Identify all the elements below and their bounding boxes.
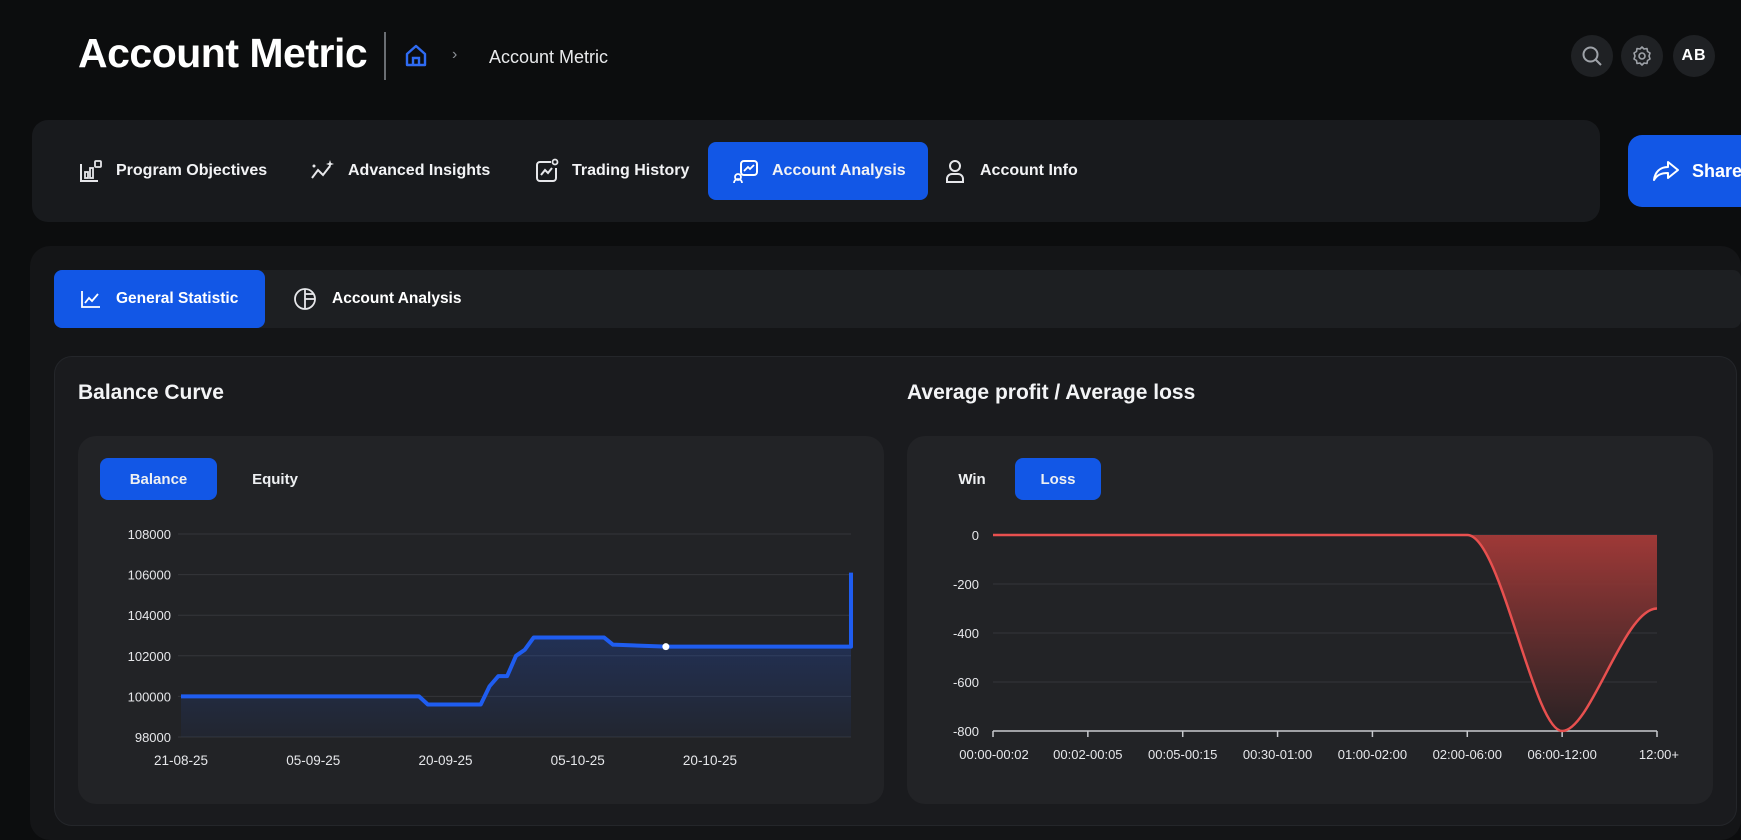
loss-toggle[interactable]: Loss [1015, 458, 1101, 500]
y-tick-label: 102000 [128, 649, 171, 664]
x-tick-label: 02:00-06:00 [1433, 747, 1502, 762]
breadcrumb-current[interactable]: Account Metric [489, 47, 608, 68]
x-tick-label: 00:30-01:00 [1243, 747, 1312, 762]
x-tick-label: 12:00+ [1639, 747, 1679, 762]
avatar[interactable]: AB [1673, 35, 1715, 77]
y-tick-label: 108000 [128, 527, 171, 542]
tab-label: Account Info [980, 162, 1078, 179]
title-divider [384, 32, 386, 80]
x-tick-label: 21-08-25 [154, 753, 208, 768]
tab-label: Trading History [572, 162, 690, 179]
tab-label: Account Analysis [772, 162, 906, 179]
x-tick-label: 00:00-00:02 [959, 747, 1028, 762]
tab-trading-history[interactable]: Trading History [510, 142, 711, 200]
y-tick-label: 104000 [128, 608, 171, 623]
subtab-label: Account Analysis [332, 290, 462, 307]
tab-account-analysis-sub[interactable]: Account Analysis [266, 270, 486, 328]
share-label: Share [1692, 160, 1741, 181]
tab-account-analysis[interactable]: Account Analysis [708, 142, 928, 200]
x-tick-label: 06:00-12:00 [1527, 747, 1596, 762]
y-tick-label: -200 [953, 577, 979, 592]
x-tick-label: 20-09-25 [418, 753, 472, 768]
y-tick-label: 106000 [128, 568, 171, 583]
share-icon [1653, 161, 1679, 181]
tab-program-objectives[interactable]: Program Objectives [54, 142, 289, 200]
x-tick-label: 05-10-25 [551, 753, 605, 768]
x-tick-label: 20-10-25 [683, 753, 737, 768]
y-tick-label: 98000 [135, 730, 171, 745]
x-tick-label: 05-09-25 [286, 753, 340, 768]
breadcrumb-separator: › [452, 46, 458, 63]
x-tick-label: 00:05-00:15 [1148, 747, 1217, 762]
chart-history-icon [536, 158, 559, 182]
y-tick-label: 100000 [128, 689, 171, 704]
line-chart-icon [81, 291, 100, 308]
equity-toggle[interactable]: Equity [231, 458, 319, 500]
analysis-icon [733, 160, 758, 184]
balance-curve-title: Balance Curve [78, 381, 224, 404]
share-button[interactable]: Share [1628, 135, 1741, 207]
tab-label: Advanced Insights [348, 162, 491, 179]
tab-advanced-insights[interactable]: Advanced Insights [286, 142, 512, 200]
tab-label: Program Objectives [116, 162, 268, 179]
subtab-label: General Statistic [116, 290, 239, 307]
pie-chart-icon [294, 288, 316, 310]
top-navigation: Program Objectives Advanced Insights Tra… [32, 120, 1600, 222]
profit-chart: 0 -200 -400 -600 -800 00:00-00:02 00:02-00:05 0… [953, 528, 1679, 762]
settings-button[interactable] [1621, 35, 1663, 77]
x-tick-label: 00:02-00:05 [1053, 747, 1122, 762]
balance-chart: 98000 100000 102000 104000 106000 108000 21-08… [128, 527, 853, 768]
y-tick-label: 0 [972, 528, 979, 543]
search-button[interactable] [1571, 35, 1613, 77]
page-title: Account Metric [78, 30, 368, 76]
chart-bar-icon [80, 160, 102, 182]
balance-hover-point [662, 643, 670, 651]
x-tick-label: 01:00-02:00 [1338, 747, 1407, 762]
home-icon[interactable] [402, 42, 430, 70]
search-icon [1582, 46, 1602, 66]
y-tick-label: -600 [953, 675, 979, 690]
win-toggle[interactable]: Win [940, 458, 1004, 500]
sparkle-line-icon [311, 160, 334, 179]
balance-toggle[interactable]: Balance [100, 458, 217, 500]
y-tick-label: -400 [953, 626, 979, 641]
user-icon [946, 160, 964, 183]
gear-icon [1633, 46, 1651, 66]
tab-general-statistic[interactable]: General Statistic [54, 270, 265, 328]
sub-tabs: General Statistic Account Analysis [54, 270, 1741, 328]
avg-profit-loss-title: Average profit / Average loss [907, 381, 1196, 404]
tab-account-info[interactable]: Account Info [918, 142, 1100, 200]
y-tick-label: -800 [953, 724, 979, 739]
